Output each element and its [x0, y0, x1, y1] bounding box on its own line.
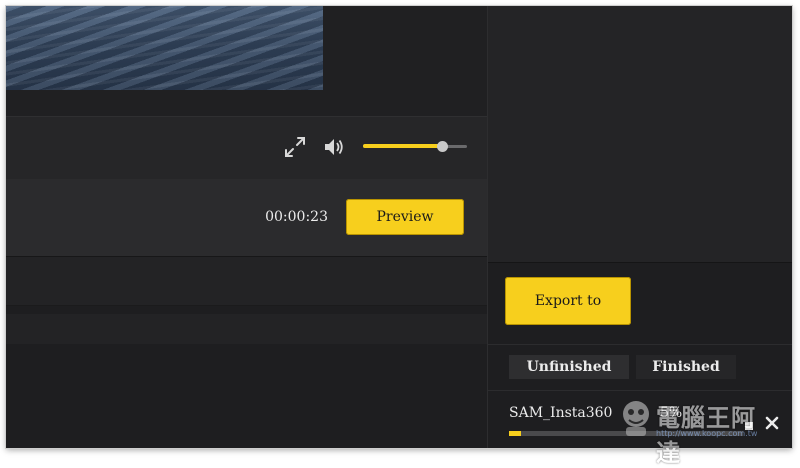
video-preview-area: [6, 6, 487, 116]
editor-panel: 00:00:23 Preview: [6, 6, 487, 448]
pause-icon[interactable]: [744, 421, 754, 431]
timecode: 00:00:23: [265, 209, 328, 225]
volume-icon[interactable]: [323, 137, 345, 157]
timeline-header: [6, 257, 487, 306]
task-progress-fill: [509, 431, 521, 436]
task-percent: 5%: [660, 405, 683, 421]
volume-fill: [363, 144, 443, 148]
task-name: SAM_Insta360: [509, 405, 613, 421]
volume-handle[interactable]: [437, 141, 449, 152]
export-panel: Export to Unfinished Finished SAM_Insta3…: [487, 6, 792, 448]
export-settings-area: [488, 6, 792, 263]
player-controls: [6, 116, 487, 180]
app-window: 00:00:23 Preview Export to Unfinished Fi…: [6, 6, 792, 448]
video-thumbnail: [6, 6, 323, 90]
timeline[interactable]: [6, 306, 487, 448]
tab-finished[interactable]: Finished: [636, 355, 736, 379]
task-progress-bar: [509, 431, 743, 436]
preview-bar: 00:00:23 Preview: [6, 179, 487, 257]
tab-unfinished[interactable]: Unfinished: [509, 355, 629, 379]
volume-slider[interactable]: [363, 139, 467, 155]
export-to-button[interactable]: Export to: [505, 277, 631, 325]
fullscreen-icon[interactable]: [284, 136, 306, 158]
close-icon[interactable]: [764, 415, 780, 431]
timeline-track[interactable]: [6, 314, 487, 344]
list-item: SAM_Insta360 5%: [488, 390, 792, 448]
queue-tabs: Unfinished Finished: [488, 344, 792, 381]
preview-button[interactable]: Preview: [346, 199, 464, 235]
